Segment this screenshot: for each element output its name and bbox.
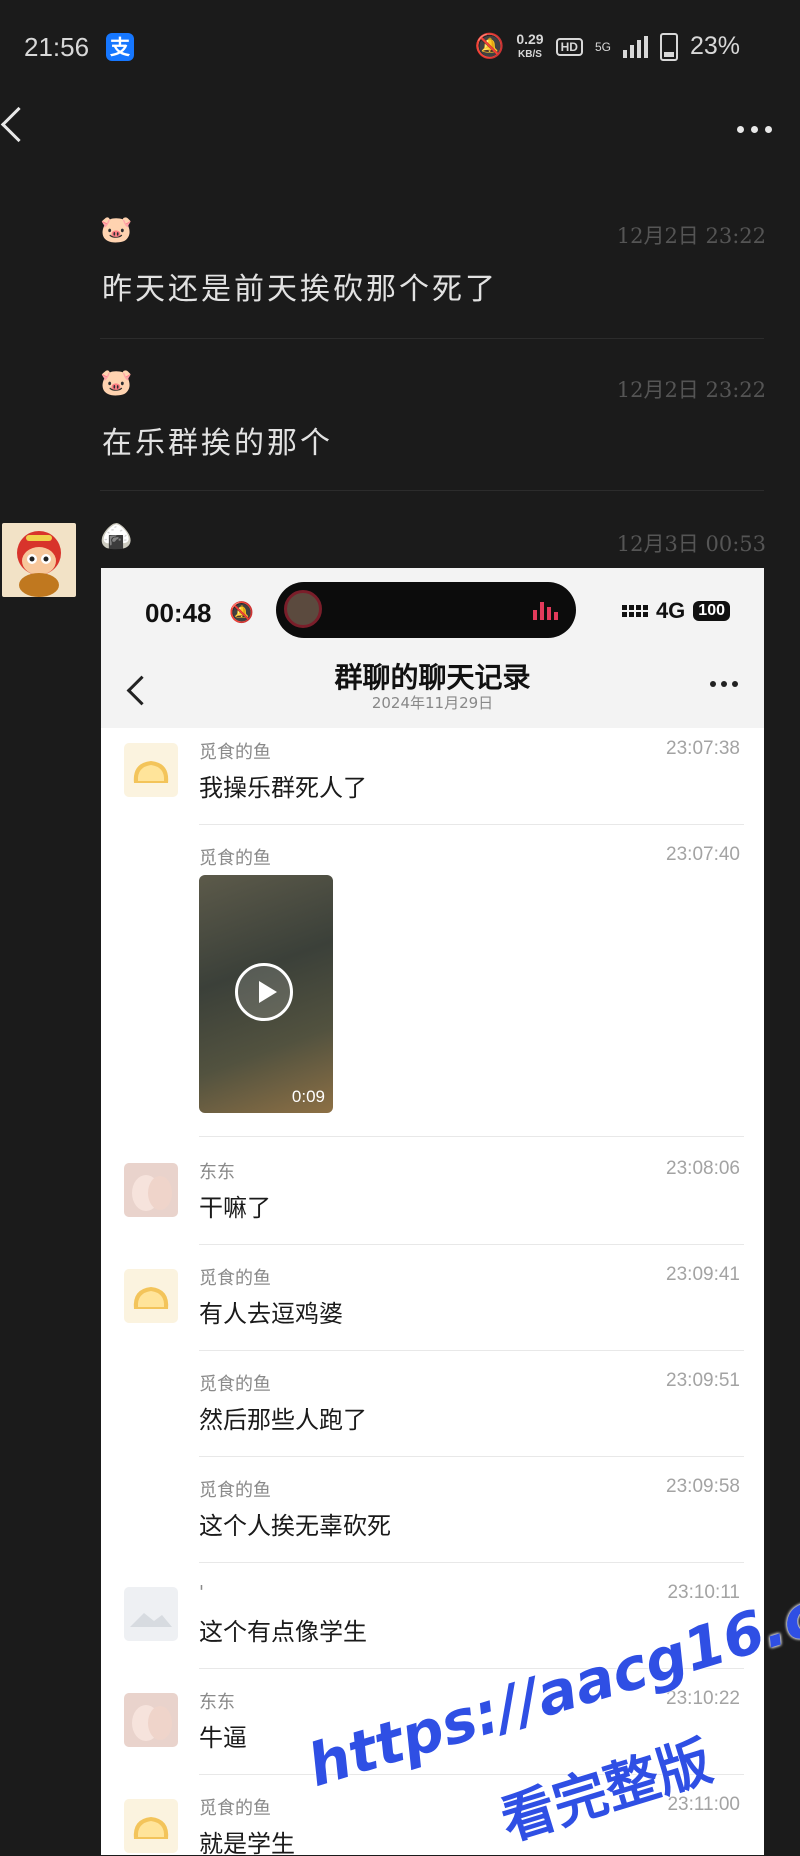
sender-name: 东东 [199, 1692, 235, 1713]
message-text: 这个有点像学生 [199, 1618, 367, 1646]
message-time: 23:09:58 [666, 1476, 740, 1497]
hd-badge: HD [555, 37, 583, 56]
divider [199, 1562, 744, 1563]
inner-subtitle: 2024年11月29日 [371, 694, 494, 712]
message-text: 这个人挨无辜砍死 [199, 1512, 391, 1540]
video-duration: 0:09 [291, 1087, 325, 1106]
sender-name: 觅食的鱼 [199, 848, 271, 869]
inner-status-time: 00:48 [145, 598, 212, 628]
message-text: 干嘛了 [199, 1194, 271, 1222]
bread-avatar-icon [124, 1799, 178, 1853]
status-icons: 🔕 0.29 KB/S HD 5G 23% [474, 32, 740, 61]
divider [199, 824, 744, 825]
play-icon [235, 963, 293, 1021]
net-speed-value: 0.29 [516, 30, 544, 47]
mute-icon: 🔕 [474, 33, 505, 60]
sender-name: 东东 [199, 1162, 235, 1183]
net-speed: 0.29 KB/S [516, 30, 544, 61]
message-time: 23:10:22 [666, 1688, 740, 1709]
message-time: 12月3日 00:53 [616, 532, 766, 556]
inner-battery: 100 [693, 601, 730, 621]
pig-avatar-icon: 🐷 [100, 215, 133, 245]
divider [199, 1136, 744, 1137]
message-text: 牛逼 [199, 1724, 247, 1752]
dynamic-island [276, 582, 576, 638]
inner-network: 4G [655, 598, 686, 623]
inner-status-icons: 4G 100 [621, 598, 730, 624]
message-time: 12月2日 23:22 [616, 378, 766, 402]
status-time: 21:56 [24, 32, 90, 62]
divider [100, 338, 764, 339]
divider [100, 490, 764, 491]
video-thumbnail: 0:09 [199, 875, 333, 1113]
message-time: 12月2日 23:22 [616, 224, 766, 248]
message-time: 23:09:41 [666, 1264, 740, 1285]
sender-name: 觅食的鱼 [199, 1798, 271, 1819]
sender-name: ' [199, 1582, 204, 1603]
bread-avatar-icon [124, 1269, 178, 1323]
sender-avatar[interactable] [2, 523, 76, 597]
message-time: 23:08:06 [666, 1158, 740, 1179]
signal-icon [622, 35, 648, 58]
sender-name: 觅食的鱼 [199, 742, 271, 763]
message-text: 就是学生 [199, 1830, 295, 1855]
message-time: 23:07:38 [666, 738, 740, 759]
sender-name: 觅食的鱼 [199, 1480, 271, 1501]
cartoon-avatar-icon [17, 531, 61, 597]
message-text: 在乐群挨的那个 [102, 426, 333, 461]
back-arrow-icon[interactable] [0, 106, 37, 143]
more-menu-icon[interactable] [737, 126, 772, 133]
divider [199, 1350, 744, 1351]
message-time: 23:09:51 [666, 1370, 740, 1391]
divider [199, 1244, 744, 1245]
network-type: 5G [594, 39, 611, 54]
message-text: 昨天还是前天挨砍那个死了 [102, 272, 498, 307]
inner-more-icon [710, 681, 738, 687]
island-avatar-icon [284, 590, 322, 628]
alipay-icon: 支 [106, 33, 134, 61]
hands-avatar-icon [124, 1693, 178, 1747]
pig-avatar-icon: 🐷 [100, 368, 133, 398]
battery-icon [659, 32, 678, 61]
inner-mute-icon: 🔕 [229, 600, 254, 624]
hands-avatar-icon [124, 1163, 178, 1217]
sender-name: 觅食的鱼 [199, 1268, 271, 1289]
inner-title: 群聊的聊天记录 [334, 661, 531, 694]
message-time: 23:07:40 [666, 844, 740, 865]
onigiri-avatar-icon: 🍙 [100, 522, 133, 552]
battery-percent: 23% [689, 32, 740, 60]
message-text: 有人去逗鸡婆 [199, 1300, 343, 1328]
bread-avatar-icon [124, 743, 178, 797]
placeholder-avatar-icon [124, 1587, 178, 1641]
net-speed-unit: KB/S [518, 48, 542, 60]
divider [199, 1456, 744, 1457]
sender-name: 觅食的鱼 [199, 1374, 271, 1395]
inner-signal-icon [621, 605, 648, 617]
audio-bars-icon [533, 600, 558, 620]
message-text: 我操乐群死人了 [199, 774, 367, 802]
message-time: 23:10:11 [667, 1582, 740, 1603]
message-text: 然后那些人跑了 [199, 1406, 367, 1434]
